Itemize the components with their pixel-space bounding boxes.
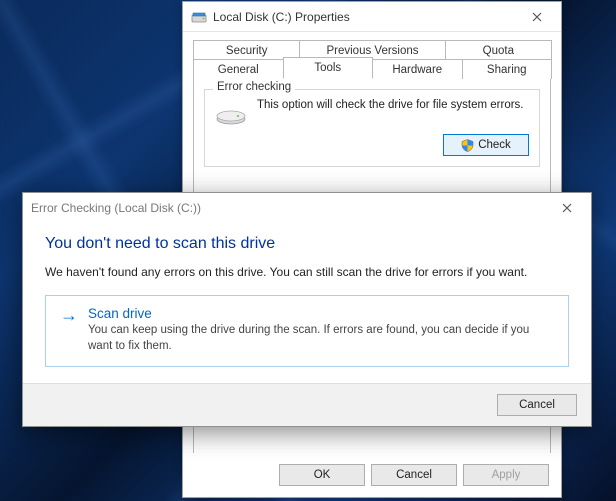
option-text: Scan drive You can keep using the drive … [88, 306, 554, 354]
close-icon[interactable] [517, 3, 557, 31]
tab-quota[interactable]: Quota [445, 40, 552, 60]
drive-icon [191, 9, 207, 25]
dialog-body: You don't need to scan this drive We hav… [23, 223, 591, 383]
dialog-heading: You don't need to scan this drive [45, 235, 569, 253]
scan-drive-option[interactable]: → Scan drive You can keep using the driv… [45, 295, 569, 367]
cancel-button[interactable]: Cancel [371, 464, 457, 486]
dialog-footer: Cancel [23, 383, 591, 426]
tab-general[interactable]: General [193, 59, 284, 79]
properties-footer: OK Cancel Apply [183, 453, 561, 497]
arrow-right-icon: → [60, 306, 78, 324]
tab-row-front: General Tools Hardware Sharing [193, 59, 551, 79]
check-button-label: Check [478, 139, 511, 151]
apply-button[interactable]: Apply [463, 464, 549, 486]
close-icon[interactable] [547, 194, 587, 222]
ok-button[interactable]: OK [279, 464, 365, 486]
dialog-titlebar[interactable]: Error Checking (Local Disk (C:)) [23, 193, 591, 223]
error-checking-group: Error checking This option will check th… [204, 89, 540, 167]
hdd-icon [215, 102, 247, 126]
tab-hardware[interactable]: Hardware [372, 59, 463, 79]
group-legend: Error checking [213, 81, 295, 93]
properties-title: Local Disk (C:) Properties [213, 10, 517, 24]
option-title: Scan drive [88, 306, 554, 321]
option-description: You can keep using the drive during the … [88, 323, 554, 354]
dialog-title: Error Checking (Local Disk (C:)) [31, 201, 547, 215]
dialog-cancel-button[interactable]: Cancel [497, 394, 577, 416]
dialog-description: We haven't found any errors on this driv… [45, 265, 569, 279]
tab-sharing[interactable]: Sharing [462, 59, 553, 79]
error-checking-dialog: Error Checking (Local Disk (C:)) You don… [22, 192, 592, 427]
uac-shield-icon [461, 139, 474, 152]
check-button[interactable]: Check [443, 134, 529, 156]
properties-titlebar[interactable]: Local Disk (C:) Properties [183, 2, 561, 32]
tab-tools[interactable]: Tools [283, 57, 374, 79]
error-checking-text: This option will check the drive for fil… [257, 98, 529, 113]
